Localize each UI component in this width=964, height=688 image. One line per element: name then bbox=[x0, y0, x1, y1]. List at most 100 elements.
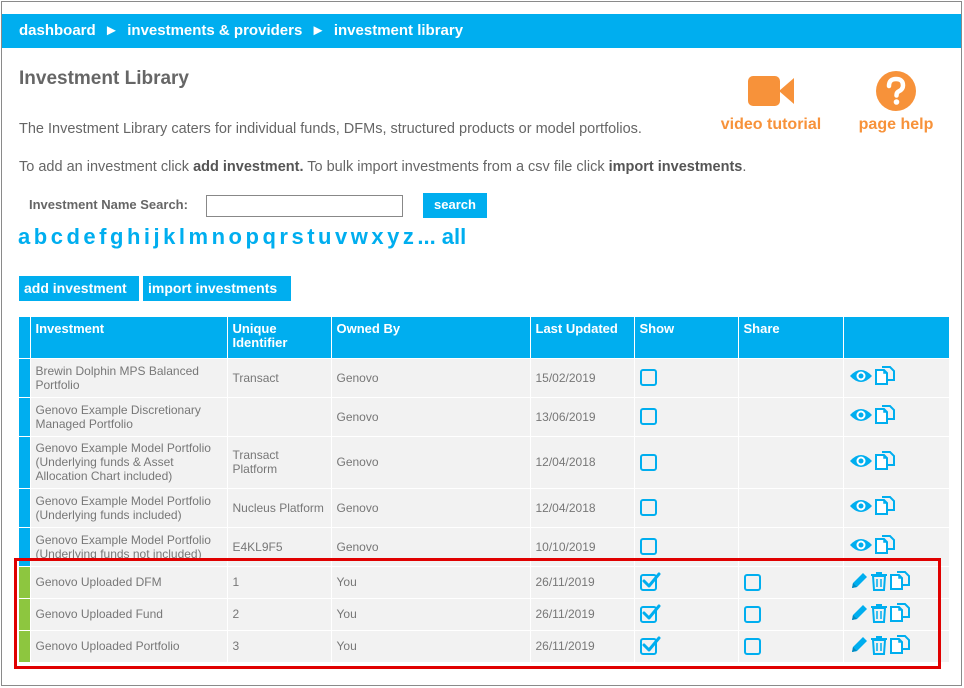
header-last-updated[interactable]: Last Updated bbox=[529, 317, 634, 358]
alphabet-letter[interactable]: i bbox=[144, 224, 150, 250]
alphabet-letter[interactable]: k bbox=[163, 224, 175, 250]
alphabet-letter[interactable]: t bbox=[307, 224, 314, 250]
show-checkbox[interactable] bbox=[639, 538, 657, 555]
share-checkbox[interactable] bbox=[743, 637, 761, 655]
table-row: Genovo Example Model Portfolio (Underlyi… bbox=[19, 487, 949, 527]
cell-investment: Genovo Example Model Portfolio (Underlyi… bbox=[29, 487, 227, 527]
row-owner-bar bbox=[19, 597, 30, 630]
alphabet-letter[interactable]: w bbox=[351, 224, 368, 250]
intro-text: The Investment Library caters for indivi… bbox=[19, 121, 642, 137]
cell-owned-by: Genovo bbox=[330, 487, 530, 527]
cell-last-updated: 12/04/2018 bbox=[529, 487, 634, 527]
cell-unique-identifier: 2 bbox=[226, 597, 331, 630]
cell-actions bbox=[842, 435, 949, 488]
edit-pencil-icon[interactable] bbox=[849, 571, 869, 594]
delete-trash-icon[interactable] bbox=[870, 571, 888, 594]
view-eye-icon[interactable] bbox=[849, 368, 873, 387]
cell-owned-by: You bbox=[330, 629, 530, 662]
cell-last-updated: 10/10/2019 bbox=[529, 526, 634, 566]
delete-trash-icon[interactable] bbox=[870, 635, 888, 658]
cell-investment: Genovo Example Model Portfolio (Underlyi… bbox=[29, 526, 227, 566]
cell-share bbox=[737, 435, 843, 488]
search-button[interactable]: search bbox=[423, 193, 487, 218]
alphabet-letter[interactable]: v bbox=[335, 224, 347, 250]
copy-icon[interactable] bbox=[889, 602, 911, 627]
show-checkbox[interactable] bbox=[639, 453, 657, 471]
alphabet-letter[interactable]: h bbox=[127, 224, 140, 250]
header-owned-by[interactable]: Owned By bbox=[330, 317, 530, 358]
share-checkbox[interactable] bbox=[743, 573, 761, 591]
view-eye-icon[interactable] bbox=[849, 407, 873, 426]
row-owner-bar bbox=[19, 629, 30, 662]
row-owner-bar bbox=[19, 435, 30, 488]
view-eye-icon[interactable] bbox=[849, 498, 873, 517]
alphabet-letter[interactable]: ... all bbox=[417, 224, 466, 250]
search-input[interactable] bbox=[206, 195, 403, 217]
alphabet-letter[interactable]: j bbox=[154, 224, 160, 250]
cell-share bbox=[737, 629, 843, 662]
alphabet-letter[interactable]: e bbox=[83, 224, 95, 250]
header-unique-identifier[interactable]: Unique Identifier bbox=[226, 317, 331, 358]
video-tutorial-link[interactable]: video tutorial bbox=[715, 70, 827, 134]
show-checkbox[interactable] bbox=[639, 604, 660, 623]
show-checkbox[interactable] bbox=[639, 369, 657, 386]
cell-show bbox=[633, 597, 738, 630]
alphabet-letter[interactable]: y bbox=[387, 224, 399, 250]
header-investment[interactable]: Investment bbox=[29, 317, 227, 358]
import-investments-button[interactable]: import investments bbox=[143, 276, 291, 301]
alphabet-letter[interactable]: z bbox=[403, 224, 414, 250]
breadcrumb-dashboard[interactable]: dashboard bbox=[19, 22, 96, 39]
delete-trash-icon[interactable] bbox=[870, 603, 888, 626]
copy-icon[interactable] bbox=[874, 365, 896, 390]
show-checkbox[interactable] bbox=[639, 572, 660, 591]
alphabet-letter[interactable]: x bbox=[371, 224, 383, 250]
edit-pencil-icon[interactable] bbox=[849, 635, 869, 658]
cell-unique-identifier: Nucleus Platform bbox=[226, 487, 331, 527]
show-checkbox[interactable] bbox=[639, 408, 657, 425]
search-label: Investment Name Search: bbox=[29, 197, 188, 212]
breadcrumb-investment-library[interactable]: investment library bbox=[334, 22, 463, 39]
alphabet-letter[interactable]: l bbox=[179, 224, 185, 250]
instructions-import-link: import investments bbox=[608, 159, 743, 175]
page-help-link[interactable]: page help bbox=[852, 70, 940, 134]
alphabet-letter[interactable]: b bbox=[34, 224, 47, 250]
alphabet-letter[interactable]: m bbox=[189, 224, 209, 250]
cell-investment: Genovo Uploaded Portfolio bbox=[29, 629, 227, 662]
cell-owned-by: Genovo bbox=[330, 435, 530, 488]
alphabet-letter[interactable]: n bbox=[212, 224, 225, 250]
cell-share bbox=[737, 597, 843, 630]
alphabet-letter[interactable]: q bbox=[262, 224, 275, 250]
alphabet-letter[interactable]: a bbox=[18, 224, 30, 250]
alphabet-letter[interactable]: d bbox=[66, 224, 79, 250]
alphabet-letter[interactable]: p bbox=[245, 224, 258, 250]
cell-owned-by: Genovo bbox=[330, 357, 530, 397]
show-checkbox[interactable] bbox=[639, 499, 657, 516]
alphabet-letter[interactable]: u bbox=[318, 224, 331, 250]
alphabet-letter[interactable]: r bbox=[279, 224, 288, 250]
alphabet-letter[interactable]: s bbox=[291, 224, 303, 250]
copy-icon[interactable] bbox=[874, 495, 896, 520]
view-eye-icon[interactable] bbox=[849, 537, 873, 556]
show-checkbox[interactable] bbox=[639, 636, 660, 655]
instructions-prefix: To add an investment click bbox=[19, 159, 194, 175]
copy-icon[interactable] bbox=[889, 634, 911, 659]
copy-icon[interactable] bbox=[889, 570, 911, 595]
view-eye-icon[interactable] bbox=[849, 453, 873, 472]
table-row: Genovo Example Discretionary Managed Por… bbox=[19, 396, 949, 436]
breadcrumb-investments-providers[interactable]: investments & providers bbox=[127, 22, 302, 39]
copy-icon[interactable] bbox=[874, 534, 896, 559]
share-checkbox[interactable] bbox=[743, 605, 761, 623]
cell-investment: Genovo Example Discretionary Managed Por… bbox=[29, 396, 227, 436]
row-owner-bar bbox=[19, 565, 30, 598]
edit-pencil-icon[interactable] bbox=[849, 603, 869, 626]
alphabet-letter[interactable]: o bbox=[229, 224, 242, 250]
alphabet-letter[interactable]: g bbox=[110, 224, 123, 250]
copy-icon[interactable] bbox=[874, 450, 896, 475]
header-share[interactable]: Share bbox=[737, 317, 843, 358]
header-show[interactable]: Show bbox=[633, 317, 738, 358]
copy-icon[interactable] bbox=[874, 404, 896, 429]
add-investment-button[interactable]: add investment bbox=[19, 276, 139, 301]
alphabet-letter[interactable]: f bbox=[99, 224, 106, 250]
alphabet-letter[interactable]: c bbox=[51, 224, 63, 250]
cell-actions bbox=[842, 565, 949, 598]
